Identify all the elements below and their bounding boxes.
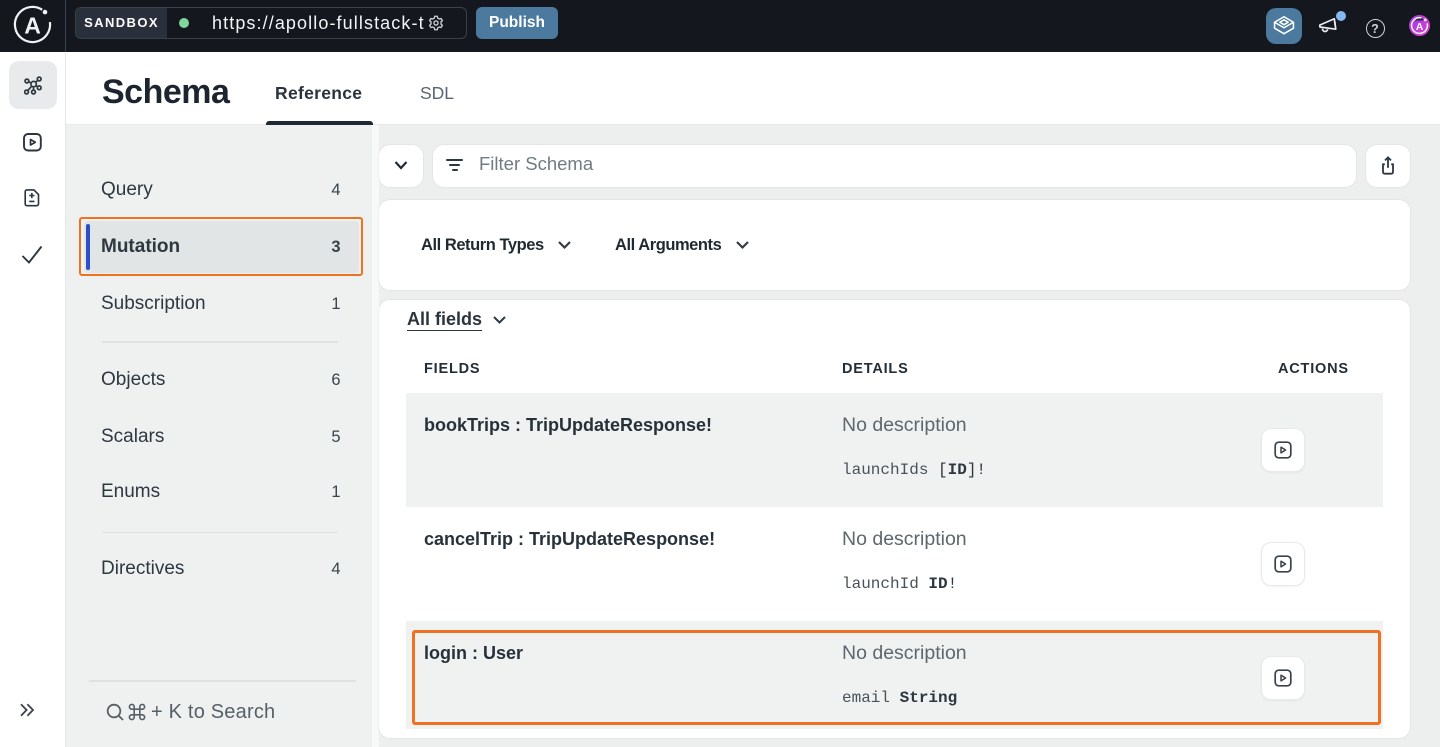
svg-text:A: A: [24, 13, 41, 39]
svg-text:A: A: [1416, 21, 1424, 33]
